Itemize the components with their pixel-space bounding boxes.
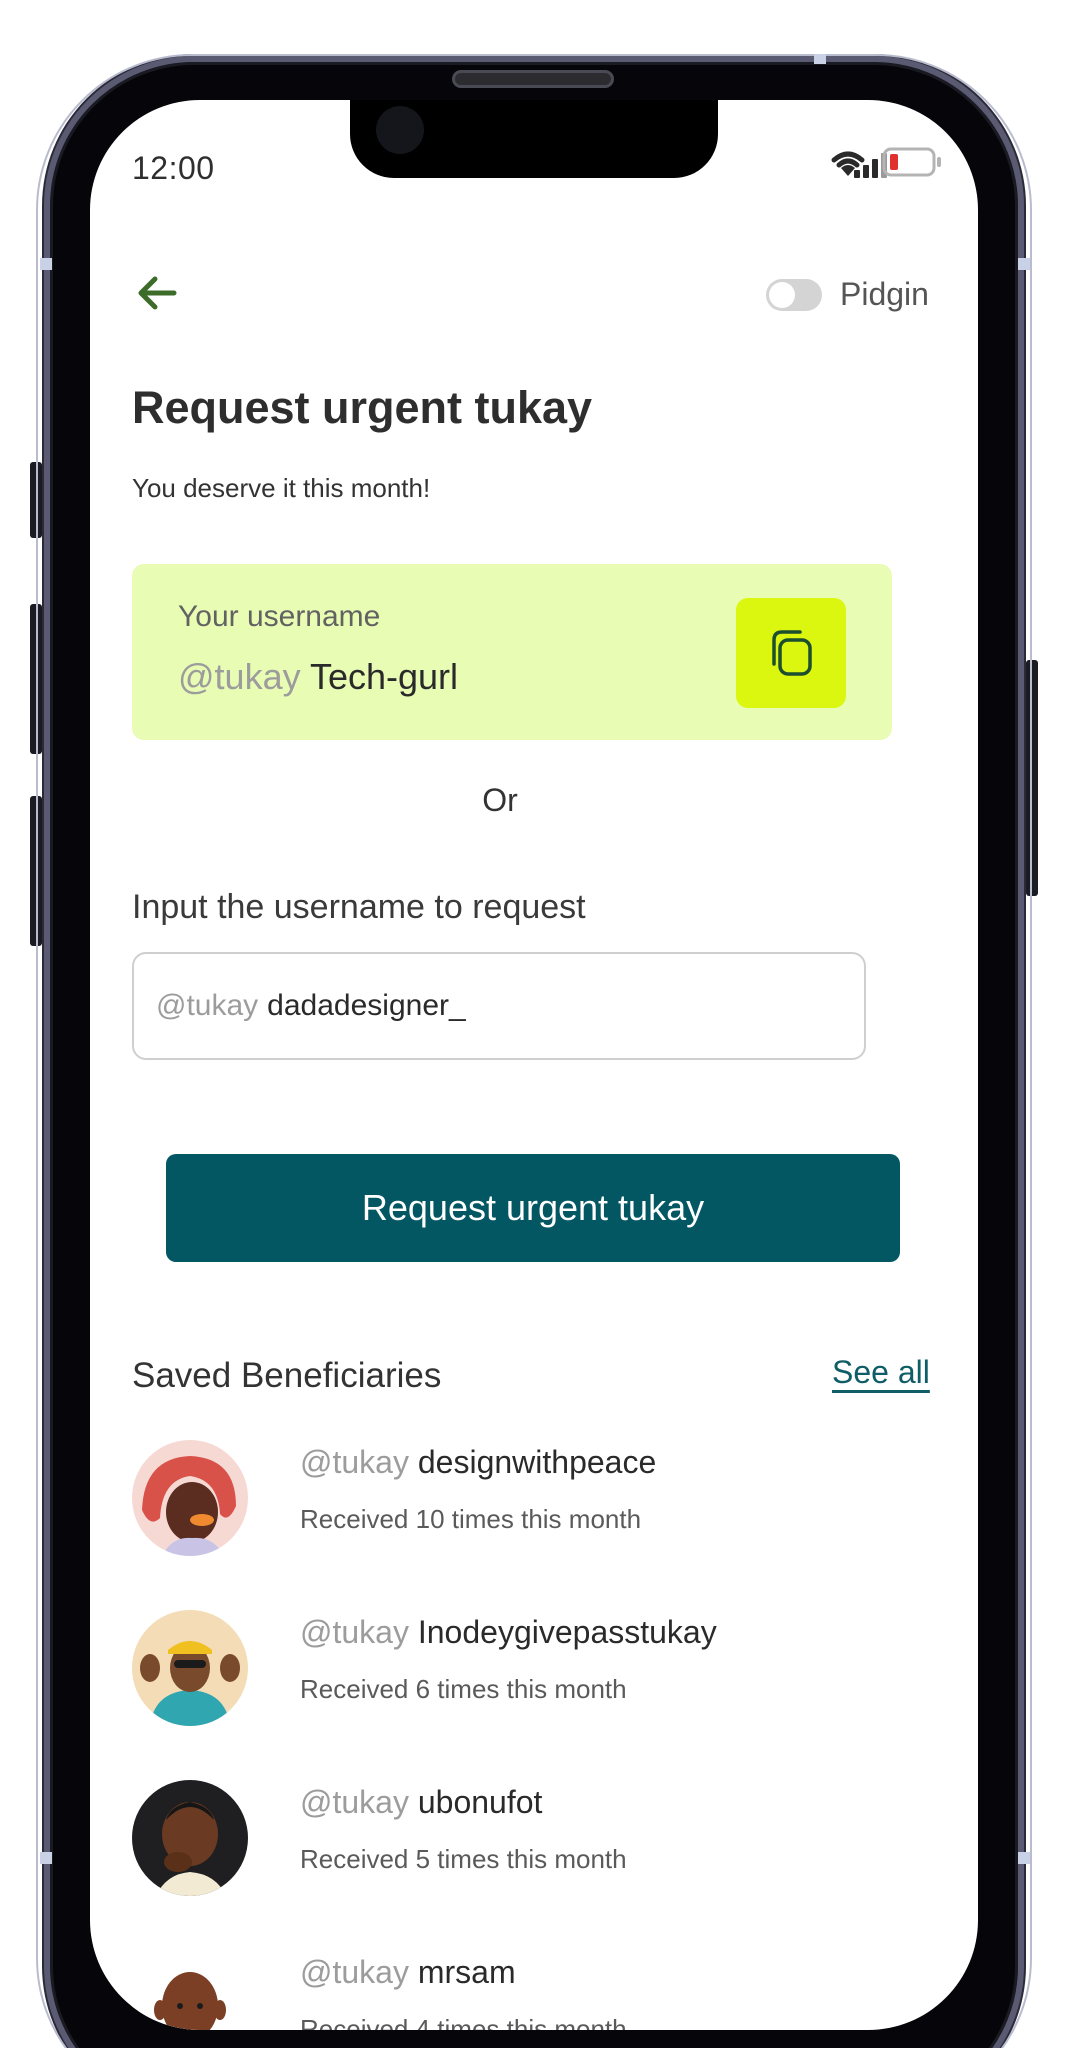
bald-man-avatar (132, 1950, 248, 2030)
username-card-label: Your username (178, 600, 381, 633)
man-cap-sunglasses-avatar (132, 1610, 248, 1726)
or-divider: Or (482, 782, 518, 818)
your-username-card: Your username @tukay Tech-gurl (132, 564, 892, 740)
see-all-link[interactable]: See all (832, 1354, 930, 1391)
page-subtitle: You deserve it this month! (132, 473, 431, 503)
beneficiary-row[interactable]: @tukay designwithpeace Received 10 times… (132, 1440, 912, 1560)
copy-username-button[interactable] (736, 598, 846, 708)
saved-beneficiaries-title: Saved Beneficiaries (132, 1356, 442, 1395)
status-time: 12:00 (132, 150, 215, 186)
beneficiary-prefix: @tukay (300, 1784, 409, 1820)
antenna-band (1018, 1852, 1030, 1864)
beneficiary-username: @tukay designwithpeace (300, 1444, 656, 1481)
beneficiary-username: @tukay mrsam (300, 1954, 516, 1991)
phone-screen: 12:00 Pidgin Request urgent tukay You de… (90, 100, 978, 2030)
beneficiary-handle: designwithpeace (417, 1444, 657, 1480)
copy-icon (772, 630, 812, 676)
beneficiary-handle: mrsam (417, 1954, 516, 1990)
toggle-label: Pidgin (840, 276, 929, 312)
volume-up-button (30, 604, 42, 754)
toggle-knob (769, 281, 795, 308)
beneficiary-row[interactable]: @tukay mrsam Received 4 times this month (132, 1950, 912, 2030)
request-username-input[interactable]: @tukay dadadesigner_ (132, 952, 866, 1060)
beneficiary-meta: Received 5 times this month (300, 1844, 627, 1874)
beneficiary-username: @tukay ubonufot (300, 1784, 542, 1821)
page-title: Request urgent tukay (132, 382, 593, 433)
beneficiary-prefix: @tukay (300, 1954, 409, 1990)
mute-switch (30, 462, 42, 538)
front-camera (376, 106, 424, 154)
username-text: Tech-gurl (309, 656, 459, 697)
beneficiary-handle: ubonufot (417, 1784, 543, 1820)
volume-down-button (30, 796, 42, 946)
power-button (1026, 660, 1038, 896)
beneficiary-row[interactable]: @tukay ubonufot Received 5 times this mo… (132, 1780, 912, 1900)
beneficiary-row[interactable]: @tukay Inodeygivepasstukay Received 6 ti… (132, 1610, 912, 1730)
wifi-icon (826, 144, 870, 180)
beneficiary-prefix: @tukay (300, 1614, 409, 1650)
input-prefix: @tukay (156, 989, 259, 1022)
beneficiary-meta: Received 10 times this month (300, 1504, 642, 1534)
username-card-value: @tukay Tech-gurl (178, 656, 458, 698)
antenna-band (1018, 258, 1030, 270)
beneficiary-meta: Received 4 times this month (300, 2014, 627, 2030)
beneficiary-username: @tukay Inodeygivepasstukay (300, 1614, 717, 1651)
request-urgent-tukay-button[interactable]: Request urgent tukay (166, 1154, 900, 1262)
man-thinking-avatar (132, 1780, 248, 1896)
username-prefix: @tukay (178, 656, 301, 697)
beneficiary-meta: Received 6 times this month (300, 1674, 627, 1704)
antenna-band (40, 1852, 52, 1864)
pidgin-toggle-switch[interactable] (766, 278, 822, 311)
beneficiary-handle: Inodeygivepasstukay (417, 1614, 717, 1650)
language-toggle[interactable]: Pidgin (766, 276, 929, 313)
earpiece-speaker (452, 70, 614, 88)
woman-red-scarf-avatar (132, 1440, 248, 1556)
back-arrow-icon[interactable] (134, 270, 180, 316)
battery-icon (882, 146, 942, 178)
beneficiary-prefix: @tukay (300, 1444, 409, 1480)
request-username-label: Input the username to request (132, 888, 586, 926)
input-value: dadadesigner_ (267, 989, 466, 1022)
antenna-band (814, 54, 826, 64)
antenna-band (40, 258, 52, 270)
